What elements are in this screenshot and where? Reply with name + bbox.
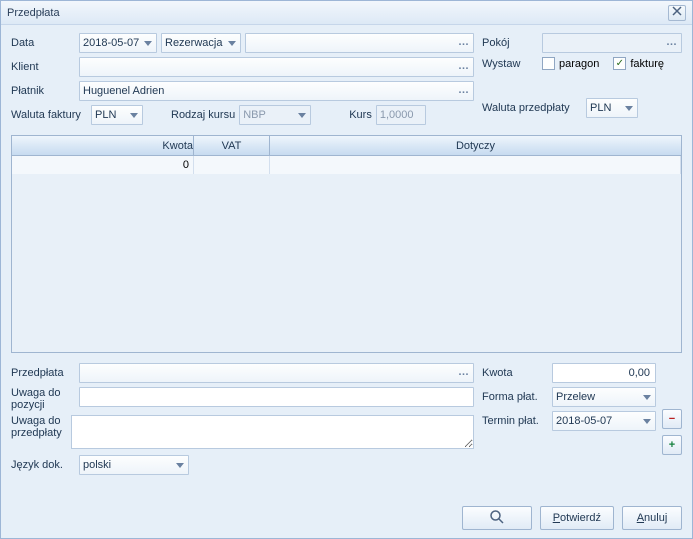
button-label: Potwierdź [553, 512, 601, 524]
cell-amount[interactable]: 0 [12, 156, 194, 174]
cancel-button[interactable]: Anuluj [622, 506, 682, 530]
doc-language-dropdown[interactable]: polski [79, 455, 189, 475]
title-bar: Przedpłata [1, 1, 692, 25]
invoice-checkbox[interactable]: fakturę [613, 57, 664, 70]
window-title: Przedpłata [7, 7, 668, 19]
rate-type-label: Rodzaj kursu [171, 109, 235, 121]
items-grid[interactable]: Kwota VAT Dotyczy 0 [11, 135, 682, 353]
grid-body[interactable]: 0 [12, 156, 681, 352]
source-lookup[interactable] [245, 33, 474, 53]
doc-language-label: Język dok. [11, 459, 75, 471]
issue-label: Wystaw [482, 58, 538, 70]
confirm-button[interactable]: Potwierdź [540, 506, 614, 530]
client-label: Klient [11, 61, 75, 73]
invoice-currency-dropdown[interactable]: PLN [91, 105, 143, 125]
client-lookup[interactable] [79, 57, 474, 77]
item-note-label: Uwaga do pozycji [11, 387, 75, 411]
amount-label: Kwota [482, 367, 548, 379]
column-header-amount[interactable]: Kwota [12, 136, 194, 156]
payer-label: Płatnik [11, 85, 75, 97]
prepayment-note-label: Uwaga do przedpłaty [11, 415, 67, 439]
button-label: Anuluj [637, 512, 668, 524]
column-header-vat[interactable]: VAT [194, 136, 270, 156]
rate-input: 1,0000 [376, 105, 426, 125]
checkbox-icon [613, 57, 626, 70]
type-dropdown[interactable]: Rezerwacja [161, 33, 241, 53]
plus-icon: + [669, 439, 675, 451]
prepayment-currency-dropdown[interactable]: PLN [586, 98, 638, 118]
item-note-input[interactable] [79, 387, 474, 407]
column-header-concerns[interactable]: Dotyczy [270, 136, 681, 156]
search-icon [489, 509, 505, 528]
remove-button[interactable]: − [662, 409, 682, 429]
room-lookup [542, 33, 682, 53]
grid-header: Kwota VAT Dotyczy [12, 136, 681, 156]
payment-term-input[interactable]: 2018-05-07 [552, 411, 656, 431]
cell-concerns[interactable] [270, 156, 681, 174]
date-label: Data [11, 37, 75, 49]
close-button[interactable] [668, 5, 686, 21]
receipt-checkbox[interactable]: paragon [542, 57, 599, 70]
minus-icon: − [669, 413, 675, 425]
dialog-buttons: Potwierdź Anuluj [462, 506, 682, 530]
prepayment-dialog: Przedpłata Data 2018-05-07 Rezerwacja [0, 0, 693, 539]
cell-vat[interactable] [194, 156, 270, 174]
invoice-currency-label: Waluta faktury [11, 109, 87, 121]
add-button[interactable]: + [662, 435, 682, 455]
payment-term-label: Termin płat. [482, 415, 548, 427]
amount-input[interactable] [552, 363, 656, 383]
rate-type-dropdown[interactable]: NBP [239, 105, 311, 125]
table-row[interactable]: 0 [12, 156, 681, 174]
payment-form-dropdown[interactable]: Przelew [552, 387, 656, 407]
rate-label: Kurs [349, 109, 372, 121]
prepayment-note-input[interactable] [71, 415, 474, 449]
prepayment-lookup[interactable] [79, 363, 474, 383]
prepayment-currency-label: Waluta przedpłaty [482, 102, 582, 114]
checkbox-icon [542, 57, 555, 70]
date-input[interactable]: 2018-05-07 [79, 33, 157, 53]
payment-form-label: Forma płat. [482, 391, 548, 403]
room-label: Pokój [482, 37, 538, 49]
prepayment-label: Przedpłata [11, 367, 75, 379]
payer-lookup[interactable]: Huguenel Adrien [79, 81, 474, 101]
preview-button[interactable] [462, 506, 532, 530]
